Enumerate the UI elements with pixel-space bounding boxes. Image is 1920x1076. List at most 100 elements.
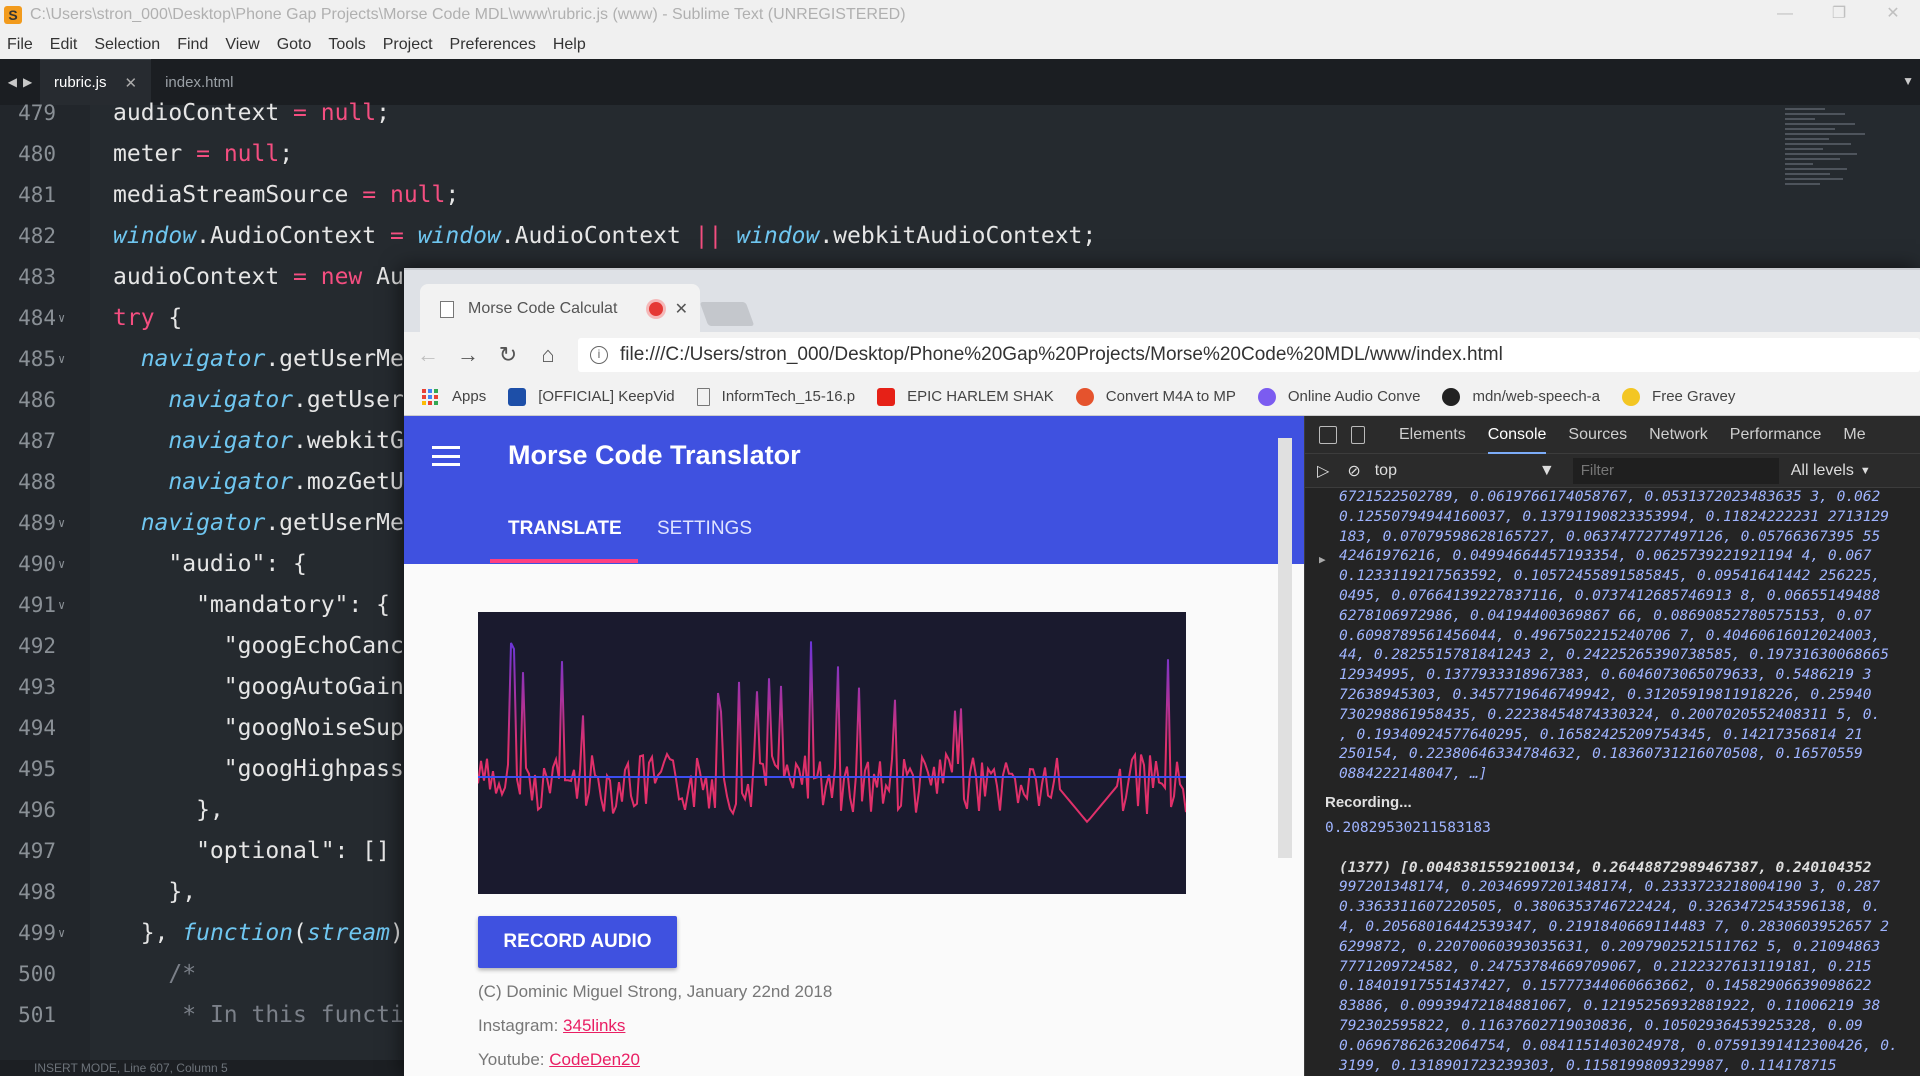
fold-arrow-icon[interactable]: ∨ <box>58 585 65 626</box>
code-text: meter = null; <box>113 141 294 167</box>
page-scrollbar[interactable] <box>1278 438 1292 858</box>
console-output[interactable]: ▶ 6721522502789, 0.0619766174058767, 0.0… <box>1305 488 1920 1076</box>
devtools-tab-elements[interactable]: Elements <box>1399 416 1466 454</box>
browser-tab[interactable]: Morse Code Calculat ✕ <box>420 284 700 334</box>
menu-item-help[interactable]: Help <box>553 36 586 54</box>
bookmark-item[interactable]: mdn/web-speech-a <box>1442 387 1600 406</box>
back-icon[interactable]: ← <box>408 342 448 368</box>
bookmark-item[interactable]: InformTech_15-16.p <box>696 387 856 406</box>
line-number: 489 <box>18 511 56 535</box>
menu-item-file[interactable]: File <box>7 36 33 54</box>
instagram-link[interactable]: 345links <box>563 1016 625 1035</box>
home-icon[interactable]: ⌂ <box>528 342 568 368</box>
code-line[interactable]: 481 mediaStreamSource = null; <box>0 175 1920 216</box>
close-tab-icon[interactable]: ✕ <box>125 74 138 92</box>
code-text: navigator.getUserMe <box>140 510 404 536</box>
info-icon[interactable]: i <box>590 346 608 364</box>
inspect-element-icon[interactable] <box>1319 425 1337 444</box>
hamburger-menu-icon[interactable] <box>432 446 460 466</box>
code-line[interactable]: 482 window.AudioContext = window.AudioCon… <box>0 216 1920 257</box>
fold-arrow-icon[interactable]: ∨ <box>58 298 65 339</box>
tab-next-icon[interactable]: ▶ <box>23 75 32 89</box>
devtools-tab-memory[interactable]: Me <box>1843 416 1865 454</box>
close-tab-icon[interactable]: ✕ <box>675 299 688 319</box>
minimap[interactable] <box>1785 105 1915 265</box>
device-toolbar-icon[interactable] <box>1351 425 1365 444</box>
line-number: 498 <box>18 880 56 904</box>
line-number: 485 <box>18 347 56 371</box>
convert-icon <box>1075 387 1094 406</box>
console-array-line: 6299872, 0.22070060393035631, 0.20979025… <box>1339 938 1881 955</box>
devtools-tab-console[interactable]: Console <box>1487 416 1547 454</box>
bookmarks-bar: Apps [OFFICIAL] KeepVid InformTech_15-16.p… <box>404 378 1920 416</box>
address-bar[interactable]: i file:///C:/Users/stron_000/Desktop/Pho… <box>578 338 1920 372</box>
fold-arrow-icon[interactable]: ∨ <box>58 339 65 380</box>
app-title: Morse Code Translator <box>508 440 801 470</box>
code-text: "googEchoCanc <box>113 633 404 659</box>
bookmark-item[interactable]: Apps <box>422 388 486 405</box>
console-array-line: 44, 0.2825515781841243 2, 0.242252653907… <box>1339 647 1889 664</box>
console-array-line: 3199, 0.1318901723239303, 0.115819980932… <box>1339 1057 1837 1074</box>
devtools-panel: Elements Console Sources Network Perform… <box>1304 416 1920 1076</box>
fold-arrow-icon[interactable]: ∨ <box>58 913 65 954</box>
forward-icon[interactable]: → <box>448 342 488 368</box>
devtools-tab-network[interactable]: Network <box>1649 416 1708 454</box>
maximize-button[interactable]: ❐ <box>1812 0 1866 30</box>
line-number: 492 <box>18 634 56 658</box>
menu-item-view[interactable]: View <box>225 36 259 54</box>
bookmark-label: InformTech_15-16.p <box>721 388 856 405</box>
tab-label: rubric.js <box>54 74 107 91</box>
record-audio-button[interactable]: RECORD AUDIO <box>478 916 677 968</box>
menu-item-selection[interactable]: Selection <box>94 36 160 54</box>
minimize-button[interactable]: — <box>1758 0 1812 30</box>
tab-settings[interactable]: SETTINGS <box>657 518 752 540</box>
devtools-tab-sources[interactable]: Sources <box>1568 416 1627 454</box>
console-array-line: 42461976216, 0.04994664457193354, 0.0625… <box>1339 548 1872 565</box>
line-number: 494 <box>18 716 56 740</box>
close-button[interactable]: ✕ <box>1866 0 1920 30</box>
reload-icon[interactable]: ↻ <box>488 342 528 368</box>
console-array-line: 72638945303, 0.3457719646749942, 0.31205… <box>1339 686 1872 703</box>
tab-list-dropdown-icon[interactable]: ▼ <box>1902 74 1914 88</box>
line-number: 480 <box>18 142 56 166</box>
recording-indicator-icon <box>648 302 663 316</box>
code-text: /* <box>168 961 197 987</box>
youtube-icon <box>877 387 896 406</box>
bookmark-item[interactable]: Free Gravey <box>1622 387 1735 406</box>
menu-item-preferences[interactable]: Preferences <box>450 36 536 54</box>
bookmark-item[interactable]: EPIC HARLEM SHAK <box>877 387 1054 406</box>
context-selector[interactable]: top ▼ <box>1375 462 1555 480</box>
apps-grid-icon <box>422 388 438 405</box>
menu-item-project[interactable]: Project <box>383 36 433 54</box>
code-text: audioContext = null; <box>113 100 390 126</box>
line-number: 496 <box>18 798 56 822</box>
log-levels-dropdown[interactable]: All levels <box>1791 462 1854 480</box>
bookmark-item[interactable]: Online Audio Conve <box>1257 387 1420 406</box>
clear-console-icon[interactable]: ⊘ <box>1347 461 1360 481</box>
fold-arrow-icon[interactable]: ∨ <box>58 544 65 585</box>
menu-item-find[interactable]: Find <box>177 36 208 54</box>
youtube-link[interactable]: CodeDen20 <box>549 1050 640 1069</box>
filter-input[interactable]: Filter <box>1572 457 1779 484</box>
bookmark-item[interactable]: [OFFICIAL] KeepVid <box>508 387 675 406</box>
code-line[interactable]: 479 audioContext = null; <box>0 93 1920 134</box>
bookmark-item[interactable]: Convert M4A to MP <box>1075 387 1236 406</box>
line-number: 487 <box>18 429 56 453</box>
menu-item-goto[interactable]: Goto <box>277 36 312 54</box>
menu-item-edit[interactable]: Edit <box>50 36 78 54</box>
show-sidebar-icon[interactable]: ▷ <box>1317 461 1329 481</box>
code-text: navigator.getUserMe <box>140 346 404 372</box>
bookmark-label: Apps <box>452 388 487 405</box>
new-tab-button[interactable] <box>699 302 755 326</box>
expand-arrow-icon[interactable]: ▶ <box>1319 550 1326 570</box>
tab-translate[interactable]: TRANSLATE <box>508 518 622 540</box>
devtools-tab-performance[interactable]: Performance <box>1730 416 1822 454</box>
tab-prev-icon[interactable]: ◀ <box>8 75 17 89</box>
console-array-line: 730298861958435, 0.22238454874330324, 0.… <box>1339 706 1881 723</box>
fold-arrow-icon[interactable]: ∨ <box>58 503 65 544</box>
code-line[interactable]: 480 meter = null; <box>0 134 1920 175</box>
line-number: 484 <box>18 306 56 330</box>
menu-item-tools[interactable]: Tools <box>328 36 365 54</box>
devtools-tabs: Elements Console Sources Network Perform… <box>1305 416 1920 454</box>
console-array-line: 0.18401917551437427, 0.15777344060663662… <box>1339 978 1872 995</box>
